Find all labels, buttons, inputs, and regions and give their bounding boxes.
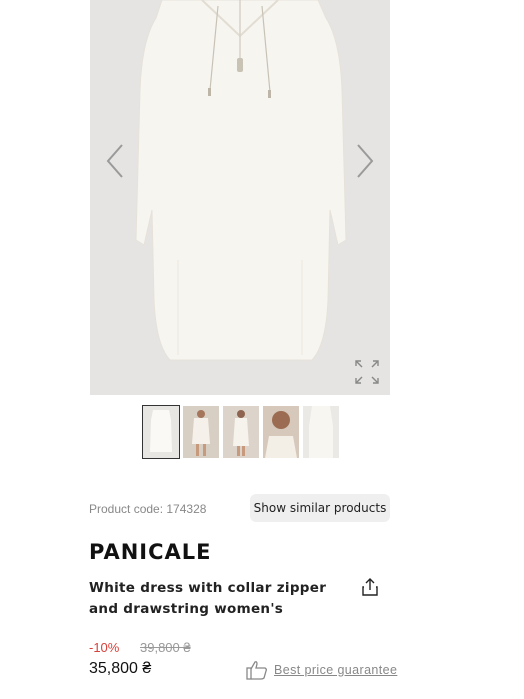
thumbnail-3[interactable] (223, 406, 259, 458)
thumbnail-2[interactable] (183, 406, 219, 458)
product-code: Product code: 174328 (89, 502, 207, 516)
product-main-image (135, 0, 347, 361)
best-price-guarantee-label[interactable]: Best price guarantee (274, 663, 397, 677)
product-image-gallery[interactable] (90, 0, 390, 395)
thumbnail-5[interactable] (303, 406, 339, 458)
thumbnail-strip (142, 405, 343, 459)
thumbs-up-icon (246, 661, 267, 680)
chevron-right-icon[interactable] (354, 143, 376, 179)
brand-name[interactable]: PANICALE (89, 540, 212, 564)
share-icon[interactable] (360, 577, 380, 597)
old-price: 39,800 ₴ (140, 640, 191, 655)
current-price: 35,800 ₴ (89, 660, 152, 677)
discount-badge: -10% (89, 640, 120, 655)
chevron-left-icon[interactable] (104, 143, 126, 179)
product-title: White dress with collar zipper and draws… (89, 580, 327, 617)
thumbnail-1[interactable] (142, 405, 180, 459)
thumbnail-4[interactable] (263, 406, 299, 458)
best-price-guarantee-link[interactable]: Best price guarantee (246, 660, 397, 680)
show-similar-products-button[interactable]: Show similar products (250, 494, 390, 522)
expand-icon[interactable] (354, 359, 380, 385)
